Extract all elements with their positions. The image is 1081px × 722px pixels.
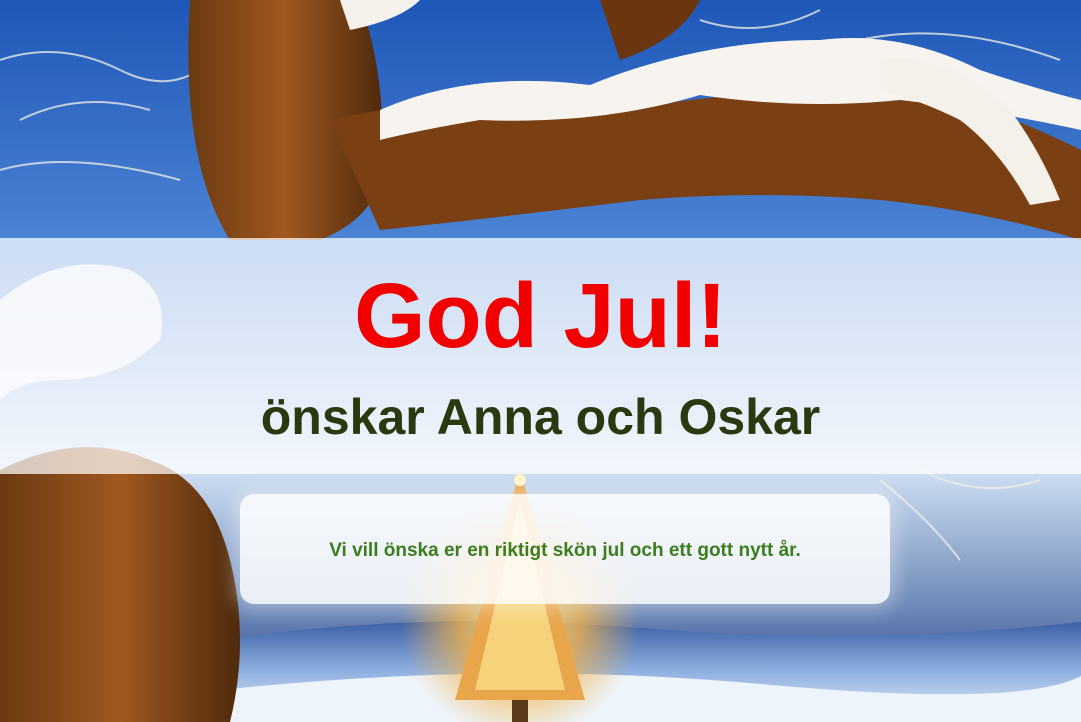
message-text: Vi vill önska er en riktigt skön jul och… xyxy=(329,540,801,561)
message-card: Vi vill önska er en riktigt skön jul och… xyxy=(240,494,890,604)
greeting-subtitle: önskar Anna och Oskar xyxy=(260,389,821,445)
greeting-title: God Jul! xyxy=(353,265,728,367)
greeting-banner: God Jul! önskar Anna och Oskar xyxy=(0,238,1081,474)
